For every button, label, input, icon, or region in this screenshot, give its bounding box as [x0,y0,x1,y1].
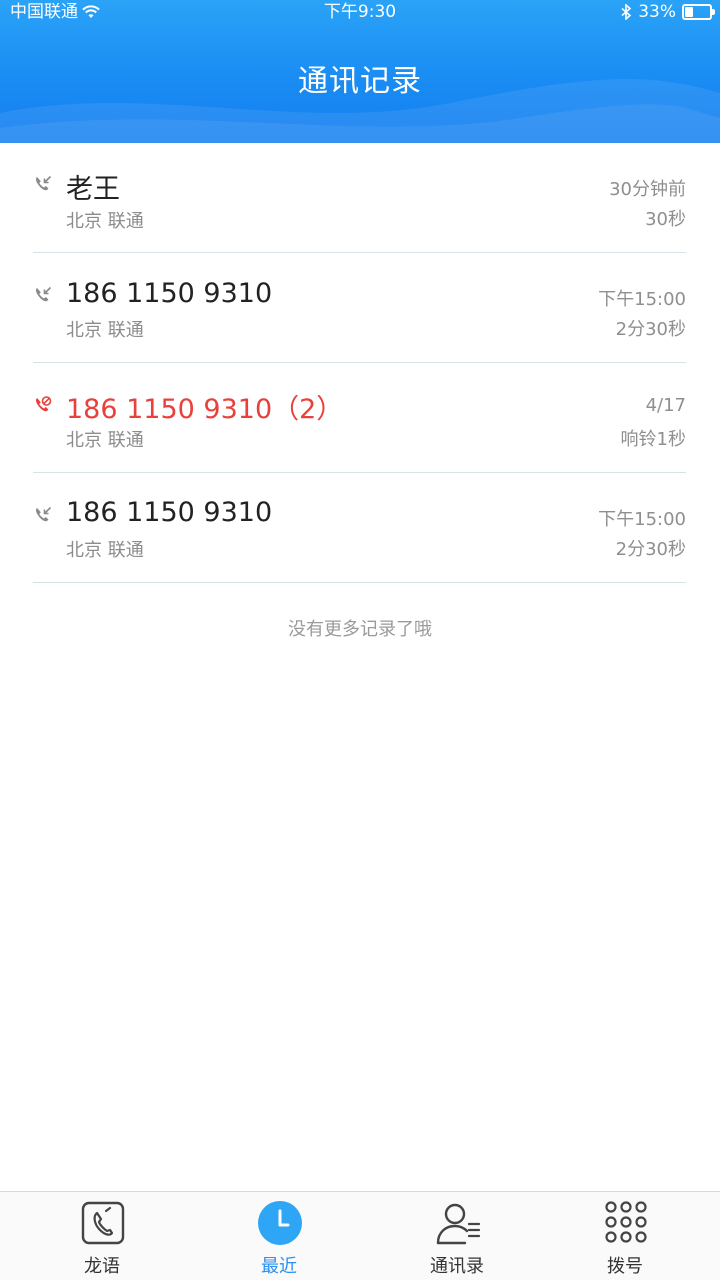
call-log-row[interactable]: 186 1150 9310 北京 联通 下午15:00 2分30秒 [0,253,720,363]
contacts-icon [436,1203,481,1245]
call-log-row[interactable]: 186 1150 9310（2） 北京 联通 4/17 响铃1秒 [0,363,720,473]
status-time: 下午9:30 [323,2,397,22]
tab-contacts[interactable]: 通讯录 [397,1192,517,1280]
missed-call-icon [36,396,52,412]
battery-level [685,7,693,17]
call-log-list: 老王 北京 联通 30分钟前 30秒 186 1150 9310 北京 联通 下… [0,143,720,583]
tab-label: 拨号 [607,1256,643,1277]
caller-number: 186 1150 9310 [66,497,273,528]
dialpad-icon [605,1201,647,1243]
tab-label: 最近 [261,1256,297,1277]
bottom-tab-bar: 龙语 最近 通讯录 拨号 [0,1191,720,1280]
battery-icon [682,4,715,20]
tab-longyu[interactable]: 龙语 [42,1192,162,1280]
call-duration: 2分30秒 [615,539,686,560]
call-time: 下午15:00 [598,289,686,310]
tab-label: 龙语 [84,1256,120,1277]
no-more-records-note: 没有更多记录了哦 [288,619,432,640]
incoming-call-icon [36,286,52,302]
incoming-call-icon [36,506,52,522]
caller-location: 北京 联通 [66,540,144,561]
caller-location: 北京 联通 [66,211,144,232]
call-duration: 2分30秒 [615,319,686,340]
battery-percent: 33% [638,2,676,22]
call-duration: 30秒 [645,209,686,230]
caller-location: 北京 联通 [66,430,144,451]
tab-label: 通讯录 [430,1256,484,1277]
call-duration: 响铃1秒 [620,429,686,450]
caller-location: 北京 联通 [66,320,144,341]
tab-recent[interactable]: 最近 [219,1192,339,1280]
header-bar: 中国联通 下午9:30 33% 通讯记录 [0,0,720,143]
call-log-row[interactable]: 老王 北京 联通 30分钟前 30秒 [0,143,720,253]
caller-number: 186 1150 9310 [66,278,273,309]
phone-card-icon [81,1201,125,1245]
call-time: 30分钟前 [609,179,686,200]
call-log-row[interactable]: 186 1150 9310 北京 联通 下午15:00 2分30秒 [0,473,720,583]
page-title: 通讯记录 [298,64,422,99]
call-time: 下午15:00 [598,509,686,530]
incoming-call-icon [36,175,52,191]
row-divider [33,582,686,583]
bluetooth-icon [621,4,632,20]
call-time: 4/17 [645,395,686,416]
caller-name: 老王 [66,174,120,205]
status-bar: 中国联通 下午9:30 33% [0,0,720,24]
caller-number: 186 1150 9310（2） [66,394,344,425]
tab-dialpad[interactable]: 拨号 [565,1192,685,1280]
clock-icon [258,1201,302,1245]
